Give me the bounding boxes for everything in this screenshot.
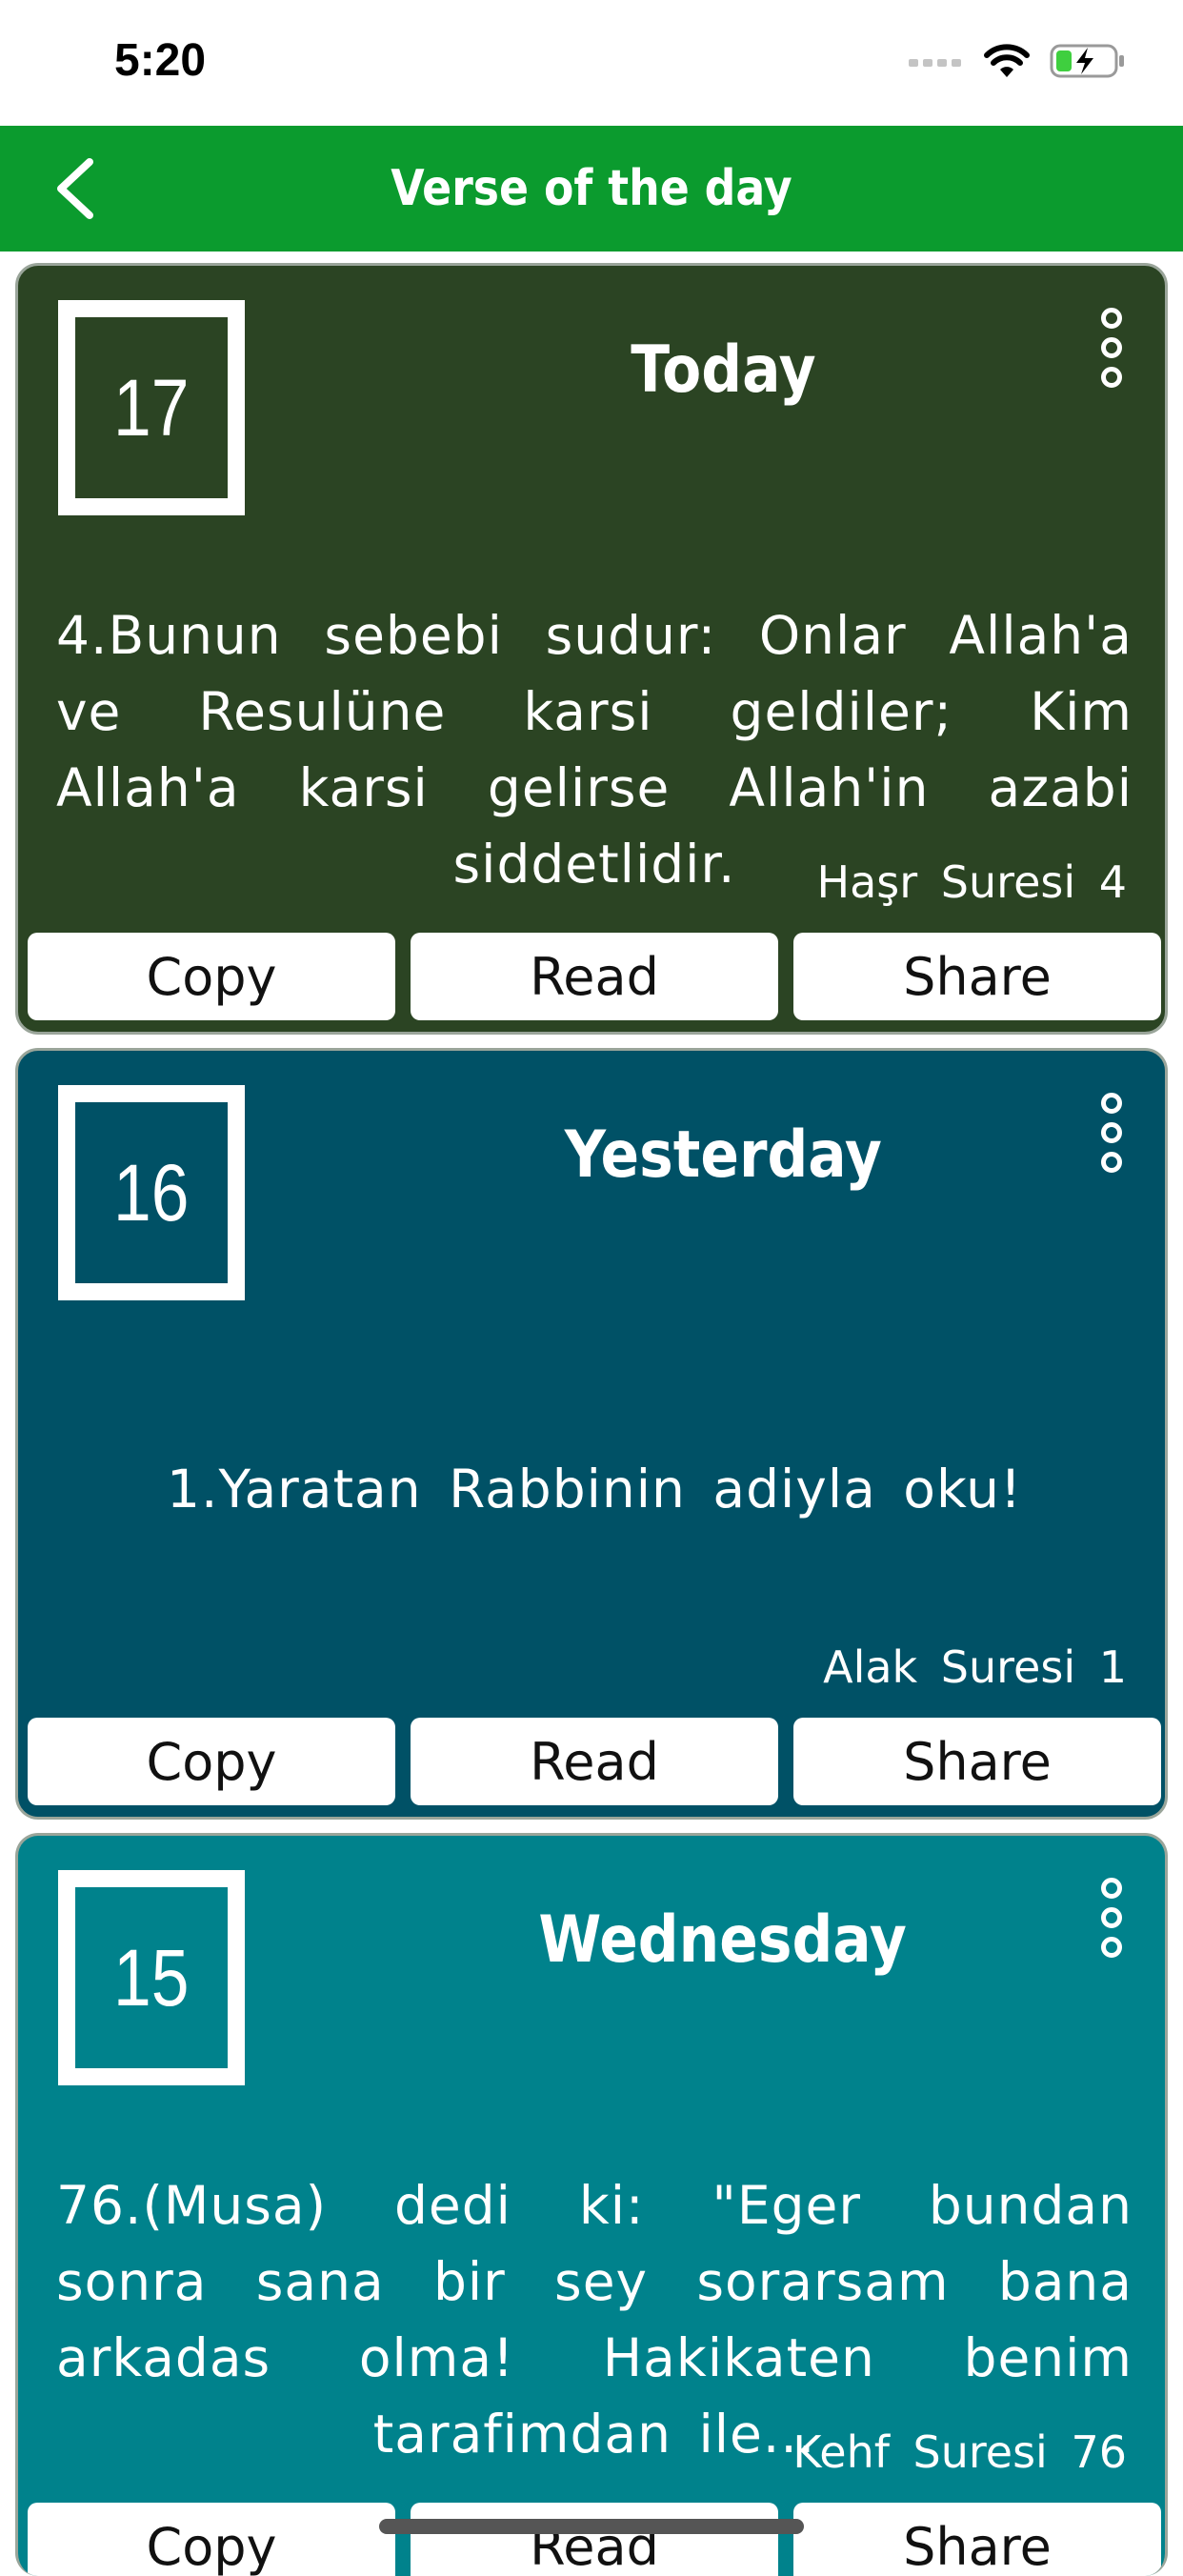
more-vertical-icon — [1101, 1093, 1122, 1114]
copy-button[interactable]: Copy — [28, 2503, 395, 2576]
read-button[interactable]: Read — [411, 2503, 778, 2576]
chevron-left-icon — [57, 158, 93, 219]
more-options-button[interactable] — [1091, 1093, 1133, 1173]
card-actions: Copy Read Share — [28, 933, 1161, 1020]
copy-button[interactable]: Copy — [28, 1718, 395, 1805]
verse-card: 17 Today 4.Bunun sebebi sudur: Onlar All… — [15, 263, 1168, 1035]
read-button[interactable]: Read — [411, 1718, 778, 1805]
day-label: Today — [630, 332, 816, 408]
status-bar: 5:20 — [0, 0, 1183, 126]
page-title: Verse of the day — [391, 160, 792, 217]
copy-button[interactable]: Copy — [28, 933, 395, 1020]
card-actions: Copy Read Share — [28, 1718, 1161, 1805]
day-label: Yesterday — [564, 1117, 882, 1193]
status-icons — [909, 42, 1126, 84]
day-number: 17 — [113, 362, 190, 453]
more-options-button[interactable] — [1091, 308, 1133, 388]
verse-reference: Alak Suresi 1 — [823, 1641, 1127, 1693]
date-box: 15 — [58, 1870, 245, 2085]
nav-bar: Verse of the day — [0, 126, 1183, 252]
read-button[interactable]: Read — [411, 933, 778, 1020]
more-vertical-icon — [1101, 308, 1122, 329]
day-label: Wednesday — [538, 1902, 908, 1978]
verse-card: 15 Wednesday 76.(Musa) dedi ki: "Eger bu… — [15, 1833, 1168, 2576]
verse-reference: Haşr Suresi 4 — [816, 856, 1127, 908]
signal-icon — [909, 53, 964, 72]
date-box: 16 — [58, 1085, 245, 1300]
share-button[interactable]: Share — [793, 1718, 1161, 1805]
date-box: 17 — [58, 300, 245, 515]
verse-reference: Kehf Suresi 76 — [792, 2426, 1127, 2478]
day-number: 15 — [113, 1932, 190, 2023]
more-options-button[interactable] — [1091, 1878, 1133, 1958]
status-time: 5:20 — [114, 35, 207, 86]
share-button[interactable]: Share — [793, 933, 1161, 1020]
verse-text: 1.Yaratan Rabbinin adiyla oku! — [166, 1459, 1023, 1519]
back-button[interactable] — [38, 152, 110, 225]
wifi-icon — [983, 43, 1031, 83]
battery-charging-icon — [1050, 42, 1126, 84]
home-indicator — [379, 2519, 804, 2534]
verse-card: 16 Yesterday 1.Yaratan Rabbinin adiyla o… — [15, 1048, 1168, 1820]
card-actions: Copy Read Share — [28, 2503, 1161, 2576]
share-button[interactable]: Share — [793, 2503, 1161, 2576]
more-vertical-icon — [1101, 1878, 1122, 1899]
day-number: 16 — [113, 1147, 190, 1238]
